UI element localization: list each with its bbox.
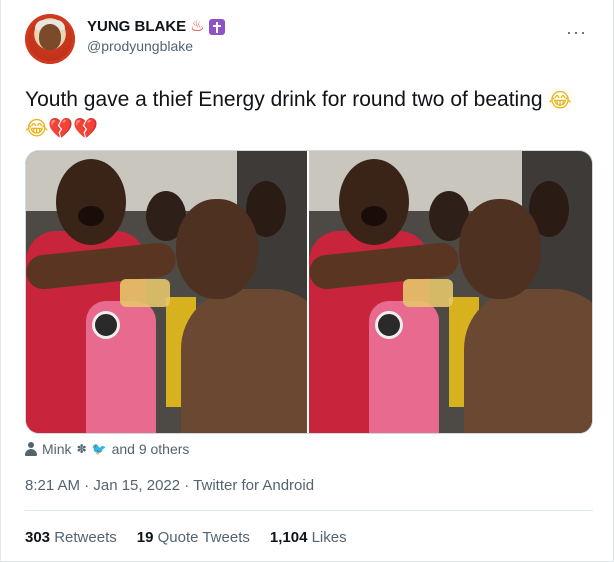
likes-count: 1,104 — [269, 529, 308, 546]
tweet-card: YUNG BLAKE ♨ @prodyungblake ··· Youth ga… — [0, 0, 614, 562]
photo-right[interactable] — [309, 151, 592, 433]
tweet-stats: 303 Retweets 19 Quote Tweets 1,104 Likes — [25, 529, 347, 546]
thief-body — [181, 289, 307, 433]
media-grid — [25, 150, 593, 434]
avatar[interactable] — [25, 14, 75, 64]
divider — [25, 510, 593, 511]
likers-suffix[interactable]: and 9 others — [112, 441, 190, 457]
display-name[interactable]: YUNG BLAKE — [87, 18, 186, 35]
gear-icon: ✽ — [76, 442, 87, 456]
thief-body — [464, 289, 592, 433]
user-handle[interactable]: @prodyungblake — [87, 38, 225, 54]
hot-springs-icon: ♨ — [190, 17, 205, 35]
quote-tweets-count: 19 — [136, 529, 154, 546]
laughing-tears-emoji-2: 😂 — [25, 116, 49, 140]
retweets-stat[interactable]: 303 Retweets — [25, 529, 117, 546]
laughing-tears-emoji-1: 😂 — [548, 88, 572, 112]
broken-heart-emoji-1: 💔 — [48, 116, 74, 140]
youth-head — [56, 159, 126, 245]
likes-label: Likes — [311, 529, 347, 546]
tweet-body: Youth gave a thief Energy drink for roun… — [25, 88, 543, 111]
quote-tweets-stat[interactable]: 19 Quote Tweets — [137, 529, 250, 546]
thief-head — [459, 199, 541, 299]
tweet-text: Youth gave a thief Energy drink for roun… — [25, 86, 585, 142]
tweet-header: YUNG BLAKE ♨ @prodyungblake ··· — [25, 14, 593, 70]
display-name-row[interactable]: YUNG BLAKE ♨ — [87, 18, 225, 35]
user-names: YUNG BLAKE ♨ @prodyungblake — [87, 18, 225, 54]
broken-heart-emoji-2: 💔 — [73, 116, 99, 140]
photo-left[interactable] — [26, 151, 309, 433]
tweet-meta[interactable]: 8:21 AM · Jan 15, 2022 · Twitter for And… — [25, 477, 314, 494]
bird-icon: 🐦 — [91, 442, 107, 456]
latin-cross-icon — [208, 18, 225, 35]
youth-mouth — [361, 206, 387, 226]
youth-head — [339, 159, 409, 245]
retweets-label: Retweets — [54, 529, 117, 546]
thief-head — [176, 199, 258, 299]
likers-row[interactable]: Mink ✽ 🐦 and 9 others — [25, 441, 189, 457]
shirt-badge — [375, 311, 403, 339]
youth-mouth — [78, 206, 104, 226]
energy-drink-can — [120, 279, 170, 307]
avatar-ring — [25, 14, 75, 64]
liker-name[interactable]: Mink — [42, 441, 72, 457]
person-icon — [25, 442, 37, 456]
likes-stat[interactable]: 1,104 Likes — [270, 529, 347, 546]
more-options-icon[interactable]: ··· — [566, 22, 587, 43]
quote-tweets-label: Quote Tweets — [157, 529, 250, 546]
energy-drink-can — [403, 279, 453, 307]
retweets-count: 303 — [25, 529, 51, 546]
shirt-badge — [92, 311, 120, 339]
